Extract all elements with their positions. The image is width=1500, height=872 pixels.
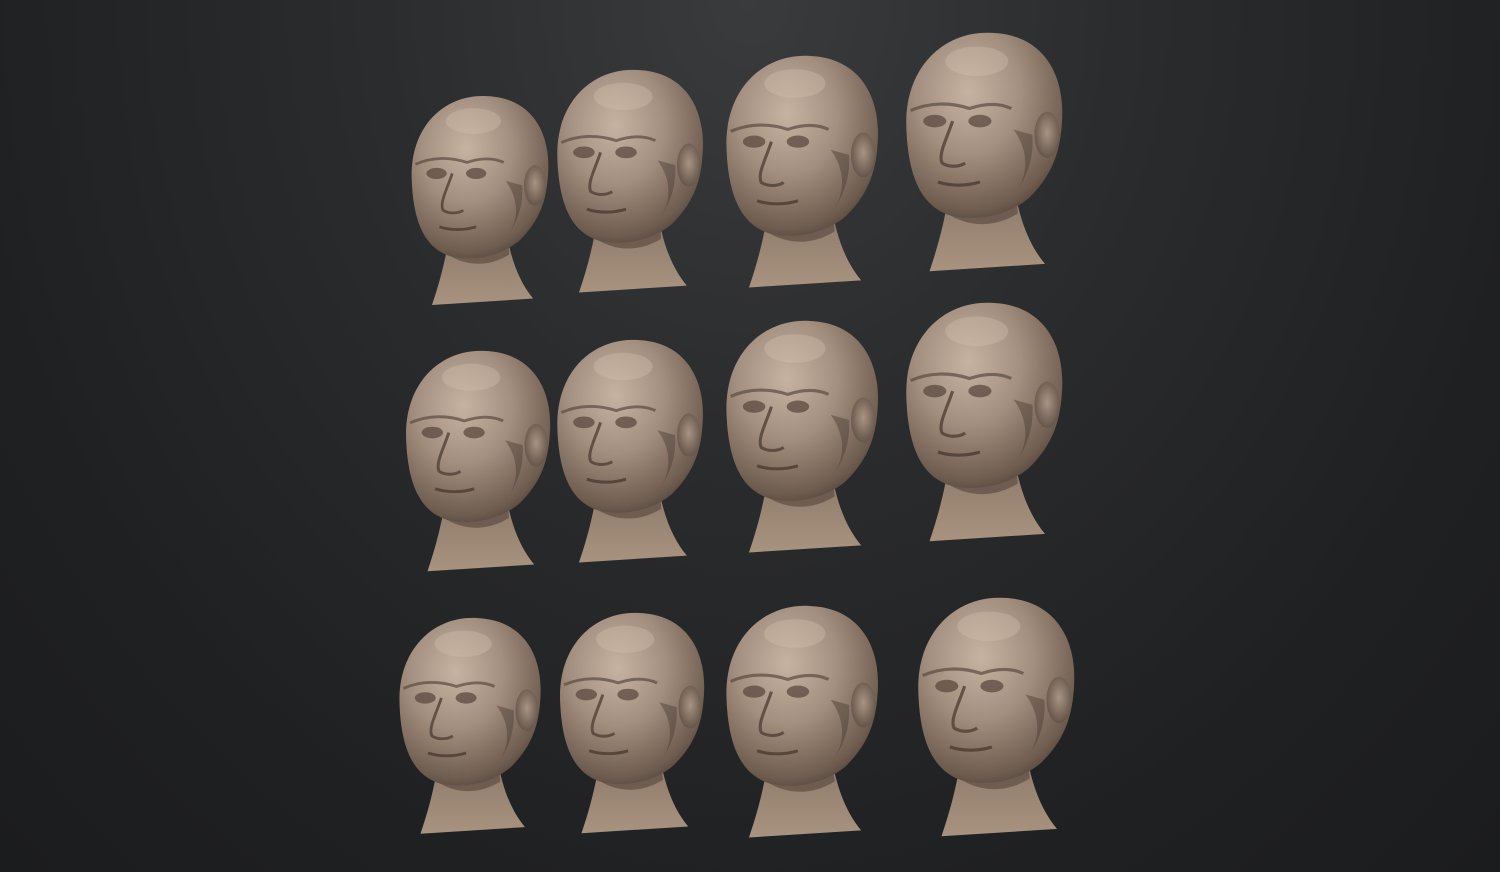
left-eye [575,688,598,701]
head-r3-c2 [560,612,705,834]
right-eye [968,384,992,398]
head-r2-c2 [557,339,703,563]
ear [678,685,702,729]
left-eye [923,384,947,398]
left-eye [742,685,766,698]
left-eye [414,692,436,704]
head-sculpts-grid [399,32,1075,838]
head-r2-c1 [406,350,551,572]
render-viewport [0,0,1500,872]
left-eye [421,426,444,439]
head-r1-c4 [906,32,1063,272]
right-eye [455,692,477,704]
ear [524,423,548,467]
ear [851,682,876,728]
head-r3-c3 [726,605,879,838]
ear [677,143,701,187]
cranium-highlight [764,334,826,363]
cranium-highlight [945,46,1009,76]
left-eye [742,400,766,413]
right-eye [617,688,639,701]
cranium-highlight [764,69,826,98]
left-eye [573,416,595,429]
left-eye [573,146,595,159]
right-eye [786,685,810,698]
cranium-highlight [596,625,655,653]
cranium-highlight [957,611,1021,641]
right-eye [463,426,485,439]
ear [677,413,701,457]
right-eye [786,135,810,148]
head-r1-c1 [411,95,549,305]
left-eye [426,167,447,179]
right-eye [786,400,810,413]
right-eye [968,114,992,128]
left-eye [935,679,959,693]
right-eye [615,146,637,159]
head-r2-c4 [906,302,1063,542]
head-r3-c4 [918,597,1075,837]
ear [524,165,547,206]
cranium-highlight [434,630,492,658]
cranium-highlight [442,363,501,391]
ear [1034,381,1060,428]
ear [1046,676,1072,723]
right-eye [466,167,487,179]
ear [1034,111,1060,158]
ear [851,132,876,178]
cranium-highlight [764,619,826,648]
left-eye [923,114,947,128]
head-r1-c3 [726,55,879,288]
right-eye [980,679,1004,693]
cranium-highlight [945,316,1009,346]
cranium-highlight [593,352,653,381]
right-eye [615,416,637,429]
head-r2-c3 [726,320,879,553]
ear [515,689,539,732]
left-eye [742,135,766,148]
cranium-highlight [593,82,653,111]
cranium-highlight [445,108,501,134]
ear [851,397,876,443]
head-r3-c1 [399,617,541,834]
head-r1-c2 [557,69,703,293]
